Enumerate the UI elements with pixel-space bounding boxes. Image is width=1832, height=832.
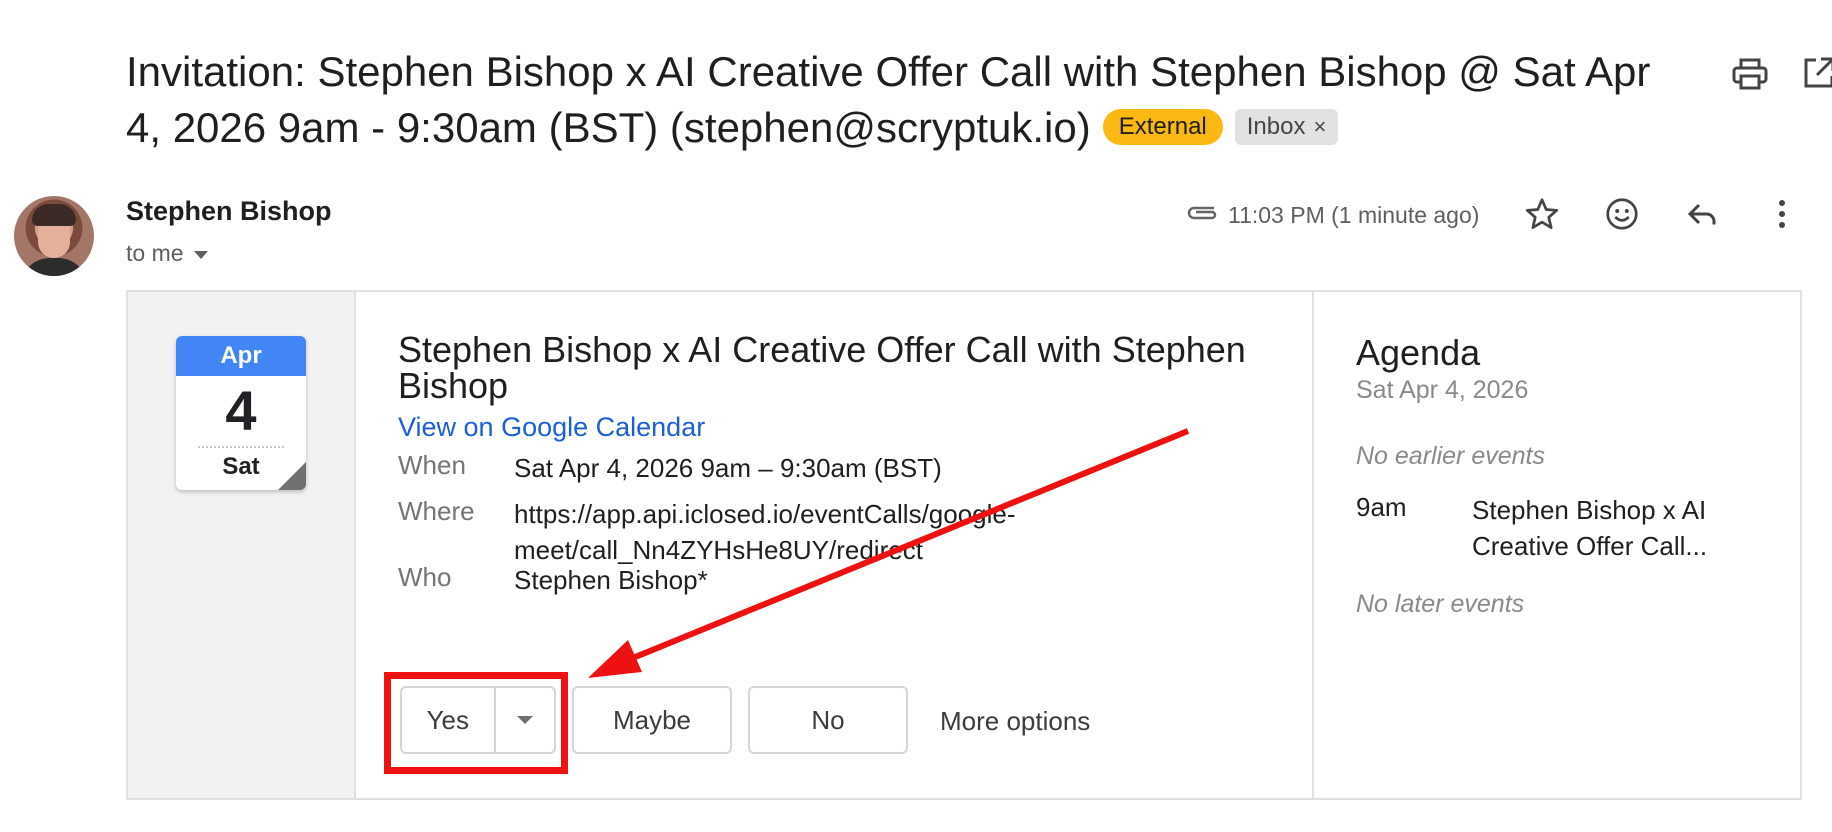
- annotation-arrow: [588, 428, 1190, 678]
